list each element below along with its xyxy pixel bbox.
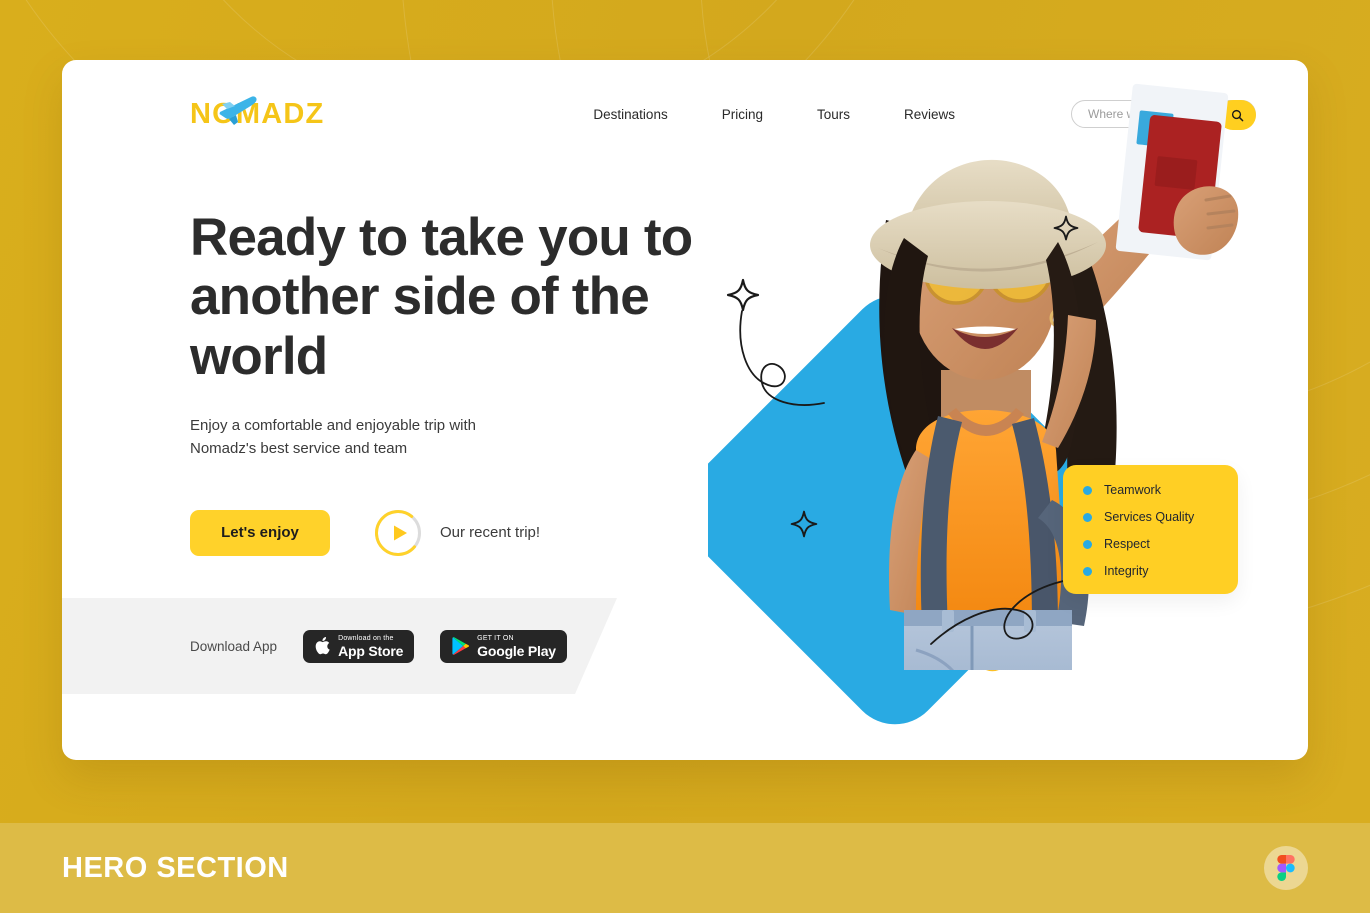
recent-trip-video-link[interactable]: Our recent trip! [374, 509, 540, 557]
hero-subheadline: Enjoy a comfortable and enjoyable trip w… [190, 417, 476, 458]
play-button[interactable] [374, 509, 422, 557]
value-item: Respect [1083, 537, 1222, 551]
airplane-icon [219, 95, 257, 125]
bullet-dot-icon [1083, 566, 1092, 576]
value-label: Teamwork [1104, 483, 1161, 497]
google-play-icon [451, 636, 470, 656]
google-play-small-text: GET IT ON [477, 634, 514, 642]
value-item: Teamwork [1083, 483, 1222, 497]
value-label: Respect [1104, 537, 1150, 551]
value-item: Services Quality [1083, 510, 1222, 524]
footer-bar: HERO SECTION [0, 823, 1370, 913]
download-app-strip: Download App Download on the App Store G… [62, 598, 617, 694]
hero-artwork: Teamwork Services Quality Respect Integr… [708, 60, 1308, 760]
value-label: Services Quality [1104, 510, 1195, 524]
hero-headline: Ready to take you to another side of the… [190, 208, 693, 386]
bullet-dot-icon [1083, 512, 1092, 522]
company-values-card: Teamwork Services Quality Respect Integr… [1063, 465, 1238, 594]
bullet-dot-icon [1083, 485, 1092, 495]
figma-badge[interactable] [1264, 846, 1308, 890]
brand-logo[interactable]: NOMADZ [190, 95, 324, 131]
app-store-button[interactable]: Download on the App Store [303, 630, 414, 663]
google-play-button[interactable]: GET IT ON Google Play [440, 630, 567, 663]
download-app-label: Download App [190, 638, 278, 654]
app-store-big-text: App Store [338, 642, 404, 659]
sparkle-icon [1053, 215, 1079, 241]
hero-section-card: NOMADZ Destinations Pricing Tours Review… [62, 60, 1308, 760]
apple-icon [314, 636, 331, 656]
bullet-dot-icon [1083, 539, 1092, 549]
figma-icon [1277, 855, 1295, 881]
play-icon [375, 509, 421, 556]
value-label: Integrity [1104, 564, 1149, 578]
google-play-big-text: Google Play [477, 642, 556, 659]
squiggle-doodle-icon [739, 310, 825, 406]
lets-enjoy-button[interactable]: Let's enjoy [190, 509, 330, 556]
hero-cta-row: Let's enjoy Our recent trip! [190, 509, 710, 557]
value-item: Integrity [1083, 564, 1222, 578]
hero-content: Ready to take you to another side of the… [190, 208, 710, 557]
footer-title: HERO SECTION [62, 851, 289, 884]
sparkle-icon [790, 510, 818, 538]
nav-item-destinations[interactable]: Destinations [593, 107, 667, 122]
app-store-small-text: Download on the [338, 634, 394, 642]
recent-trip-label: Our recent trip! [440, 524, 541, 542]
